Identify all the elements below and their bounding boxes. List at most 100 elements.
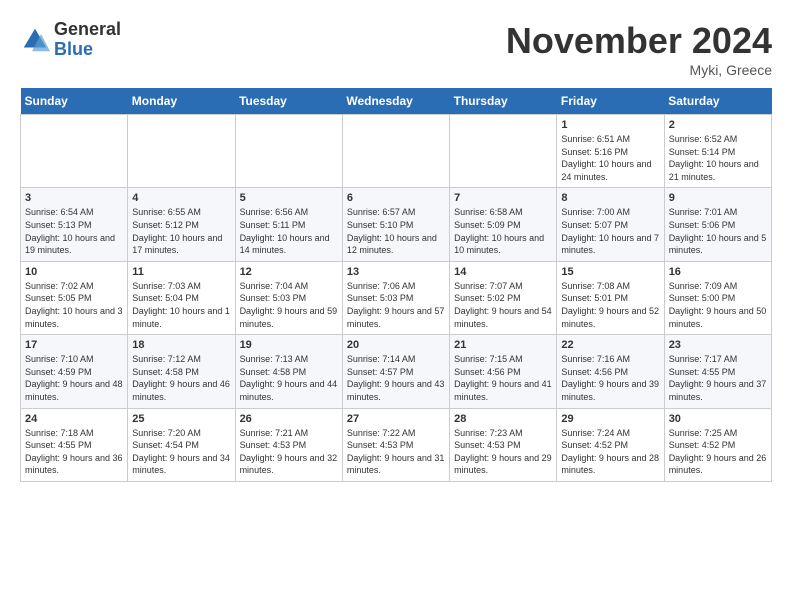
calendar-week-4: 17 Sunrise: 7:10 AM Sunset: 4:59 PM Dayli… <box>21 335 772 408</box>
day-info: Sunrise: 7:07 AM Sunset: 5:02 PM Dayligh… <box>454 280 552 330</box>
header-sunday: Sunday <box>21 88 128 115</box>
header-tuesday: Tuesday <box>235 88 342 115</box>
calendar-cell: 1 Sunrise: 6:51 AM Sunset: 5:16 PM Daylig… <box>557 115 664 188</box>
header-saturday: Saturday <box>664 88 771 115</box>
page-header: General Blue November 2024 Myki, Greece <box>20 20 772 78</box>
day-info: Sunrise: 7:09 AM Sunset: 5:00 PM Dayligh… <box>669 280 767 330</box>
calendar-cell: 3 Sunrise: 6:54 AM Sunset: 5:13 PM Daylig… <box>21 188 128 261</box>
calendar-cell: 9Sunrise: 7:01 AM Sunset: 5:06 PM Daylig… <box>664 188 771 261</box>
calendar-week-3: 10 Sunrise: 7:02 AM Sunset: 5:05 PM Dayli… <box>21 261 772 334</box>
day-info: Sunrise: 7:13 AM Sunset: 4:58 PM Dayligh… <box>240 353 338 403</box>
day-number: 2 <box>669 119 767 131</box>
day-number: 19 <box>240 339 338 351</box>
day-number: 30 <box>669 413 767 425</box>
day-number: 24 <box>25 413 123 425</box>
logo-blue: Blue <box>54 40 121 60</box>
location: Myki, Greece <box>506 62 772 78</box>
calendar-cell <box>235 115 342 188</box>
calendar-week-5: 24 Sunrise: 7:18 AM Sunset: 4:55 PM Dayli… <box>21 408 772 481</box>
day-info: Sunrise: 7:18 AM Sunset: 4:55 PM Dayligh… <box>25 427 123 477</box>
header-thursday: Thursday <box>450 88 557 115</box>
day-number: 23 <box>669 339 767 351</box>
calendar-cell: 15Sunrise: 7:08 AM Sunset: 5:01 PM Dayli… <box>557 261 664 334</box>
month-title: November 2024 <box>506 20 772 62</box>
day-number: 17 <box>25 339 123 351</box>
calendar-cell: 12 Sunrise: 7:04 AM Sunset: 5:03 PM Dayli… <box>235 261 342 334</box>
day-number: 4 <box>132 192 230 204</box>
day-info: Sunrise: 7:00 AM Sunset: 5:07 PM Dayligh… <box>561 206 659 256</box>
day-number: 18 <box>132 339 230 351</box>
calendar-cell: 30 Sunrise: 7:25 AM Sunset: 4:52 PM Dayli… <box>664 408 771 481</box>
calendar-cell: 2 Sunrise: 6:52 AM Sunset: 5:14 PM Daylig… <box>664 115 771 188</box>
day-info: Sunrise: 7:10 AM Sunset: 4:59 PM Dayligh… <box>25 353 123 403</box>
calendar-header-row: SundayMondayTuesdayWednesdayThursdayFrid… <box>21 88 772 115</box>
calendar-week-1: 1 Sunrise: 6:51 AM Sunset: 5:16 PM Daylig… <box>21 115 772 188</box>
calendar-cell: 25Sunrise: 7:20 AM Sunset: 4:54 PM Dayli… <box>128 408 235 481</box>
logo-text: General Blue <box>54 20 121 60</box>
day-info: Sunrise: 6:58 AM Sunset: 5:09 PM Dayligh… <box>454 206 552 256</box>
calendar-cell: 27 Sunrise: 7:22 AM Sunset: 4:53 PM Dayli… <box>342 408 449 481</box>
logo-general: General <box>54 20 121 40</box>
calendar-cell: 11 Sunrise: 7:03 AM Sunset: 5:04 PM Dayli… <box>128 261 235 334</box>
day-number: 21 <box>454 339 552 351</box>
calendar-cell: 13Sunrise: 7:06 AM Sunset: 5:03 PM Dayli… <box>342 261 449 334</box>
calendar-cell: 20 Sunrise: 7:14 AM Sunset: 4:57 PM Dayli… <box>342 335 449 408</box>
day-info: Sunrise: 6:51 AM Sunset: 5:16 PM Dayligh… <box>561 133 659 183</box>
day-number: 3 <box>25 192 123 204</box>
day-info: Sunrise: 7:03 AM Sunset: 5:04 PM Dayligh… <box>132 280 230 330</box>
calendar-table: SundayMondayTuesdayWednesdayThursdayFrid… <box>20 88 772 482</box>
day-info: Sunrise: 6:57 AM Sunset: 5:10 PM Dayligh… <box>347 206 445 256</box>
day-info: Sunrise: 7:02 AM Sunset: 5:05 PM Dayligh… <box>25 280 123 330</box>
day-number: 7 <box>454 192 552 204</box>
calendar-cell <box>21 115 128 188</box>
calendar-cell: 14 Sunrise: 7:07 AM Sunset: 5:02 PM Dayli… <box>450 261 557 334</box>
day-number: 12 <box>240 266 338 278</box>
day-info: Sunrise: 7:04 AM Sunset: 5:03 PM Dayligh… <box>240 280 338 330</box>
calendar-cell: 16Sunrise: 7:09 AM Sunset: 5:00 PM Dayli… <box>664 261 771 334</box>
header-wednesday: Wednesday <box>342 88 449 115</box>
title-section: November 2024 Myki, Greece <box>506 20 772 78</box>
day-number: 25 <box>132 413 230 425</box>
header-friday: Friday <box>557 88 664 115</box>
day-number: 26 <box>240 413 338 425</box>
day-info: Sunrise: 7:21 AM Sunset: 4:53 PM Dayligh… <box>240 427 338 477</box>
day-number: 14 <box>454 266 552 278</box>
calendar-cell: 5 Sunrise: 6:56 AM Sunset: 5:11 PM Daylig… <box>235 188 342 261</box>
day-info: Sunrise: 7:16 AM Sunset: 4:56 PM Dayligh… <box>561 353 659 403</box>
day-number: 8 <box>561 192 659 204</box>
day-info: Sunrise: 7:17 AM Sunset: 4:55 PM Dayligh… <box>669 353 767 403</box>
day-info: Sunrise: 7:22 AM Sunset: 4:53 PM Dayligh… <box>347 427 445 477</box>
day-info: Sunrise: 7:15 AM Sunset: 4:56 PM Dayligh… <box>454 353 552 403</box>
day-number: 10 <box>25 266 123 278</box>
day-info: Sunrise: 7:25 AM Sunset: 4:52 PM Dayligh… <box>669 427 767 477</box>
day-number: 28 <box>454 413 552 425</box>
day-number: 20 <box>347 339 445 351</box>
day-info: Sunrise: 7:12 AM Sunset: 4:58 PM Dayligh… <box>132 353 230 403</box>
calendar-cell: 7 Sunrise: 6:58 AM Sunset: 5:09 PM Daylig… <box>450 188 557 261</box>
calendar-cell: 19 Sunrise: 7:13 AM Sunset: 4:58 PM Dayli… <box>235 335 342 408</box>
calendar-cell: 24 Sunrise: 7:18 AM Sunset: 4:55 PM Dayli… <box>21 408 128 481</box>
day-number: 11 <box>132 266 230 278</box>
calendar-cell: 8 Sunrise: 7:00 AM Sunset: 5:07 PM Daylig… <box>557 188 664 261</box>
calendar-cell: 4 Sunrise: 6:55 AM Sunset: 5:12 PM Daylig… <box>128 188 235 261</box>
calendar-cell: 23 Sunrise: 7:17 AM Sunset: 4:55 PM Dayli… <box>664 335 771 408</box>
day-number: 1 <box>561 119 659 131</box>
logo-icon <box>20 25 50 55</box>
day-number: 27 <box>347 413 445 425</box>
calendar-cell: 22Sunrise: 7:16 AM Sunset: 4:56 PM Dayli… <box>557 335 664 408</box>
calendar-cell: 28Sunrise: 7:23 AM Sunset: 4:53 PM Dayli… <box>450 408 557 481</box>
day-info: Sunrise: 6:52 AM Sunset: 5:14 PM Dayligh… <box>669 133 767 183</box>
day-number: 29 <box>561 413 659 425</box>
day-info: Sunrise: 6:55 AM Sunset: 5:12 PM Dayligh… <box>132 206 230 256</box>
day-info: Sunrise: 7:24 AM Sunset: 4:52 PM Dayligh… <box>561 427 659 477</box>
day-info: Sunrise: 6:54 AM Sunset: 5:13 PM Dayligh… <box>25 206 123 256</box>
day-info: Sunrise: 7:14 AM Sunset: 4:57 PM Dayligh… <box>347 353 445 403</box>
calendar-cell: 18 Sunrise: 7:12 AM Sunset: 4:58 PM Dayli… <box>128 335 235 408</box>
day-number: 9 <box>669 192 767 204</box>
calendar-cell: 29 Sunrise: 7:24 AM Sunset: 4:52 PM Dayli… <box>557 408 664 481</box>
calendar-cell: 26 Sunrise: 7:21 AM Sunset: 4:53 PM Dayli… <box>235 408 342 481</box>
day-info: Sunrise: 6:56 AM Sunset: 5:11 PM Dayligh… <box>240 206 338 256</box>
day-info: Sunrise: 7:06 AM Sunset: 5:03 PM Dayligh… <box>347 280 445 330</box>
day-number: 5 <box>240 192 338 204</box>
day-number: 15 <box>561 266 659 278</box>
